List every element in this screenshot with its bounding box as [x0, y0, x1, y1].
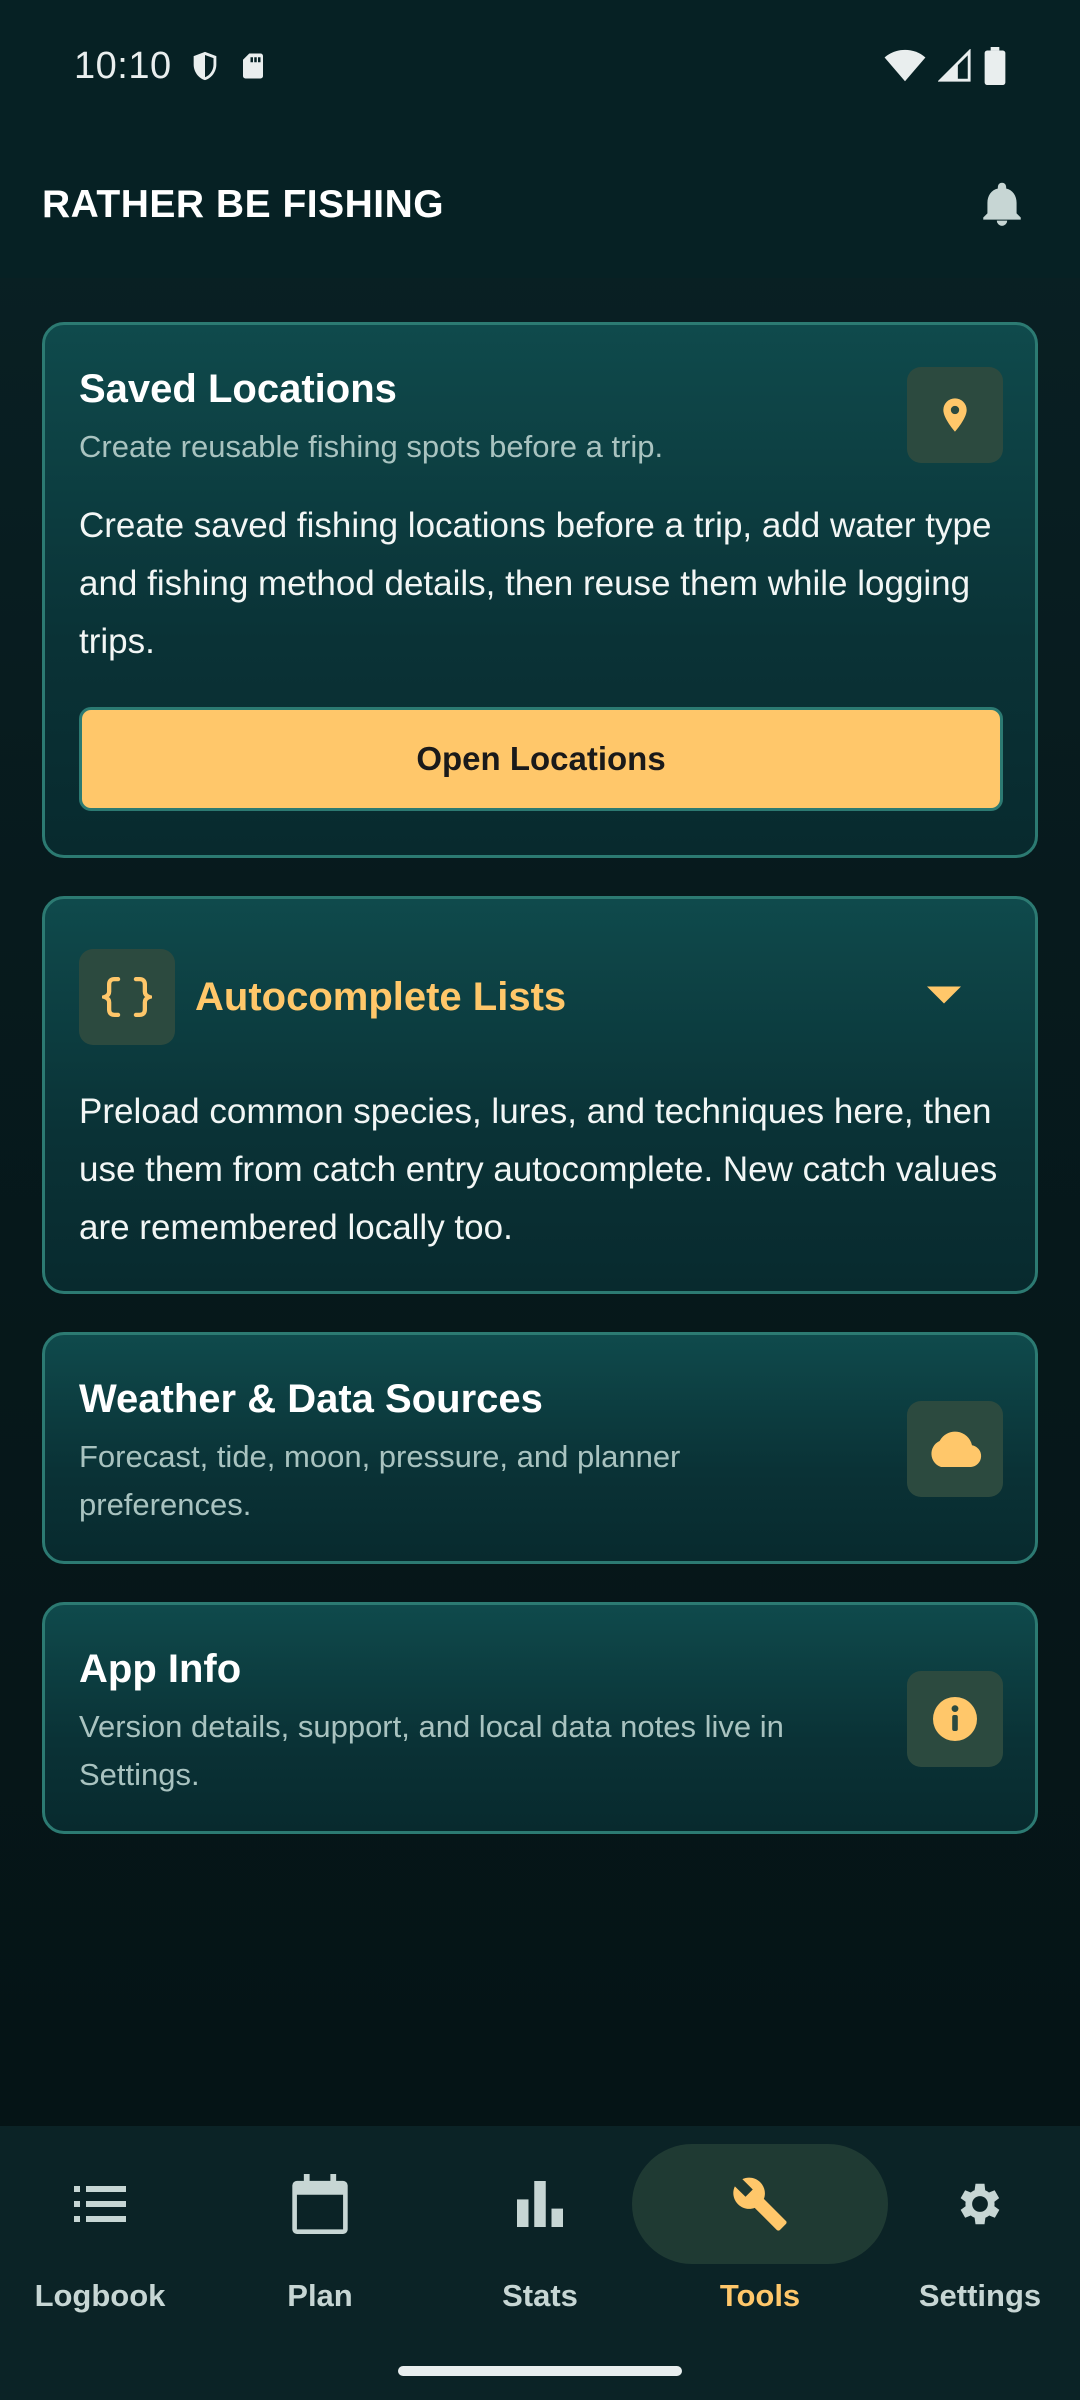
app-info-title: App Info — [79, 1647, 242, 1691]
app-info-subtitle: Version details, support, and local data… — [79, 1709, 784, 1792]
nav-item-stats[interactable]: Stats — [432, 2144, 648, 2344]
nav-label-tools: Tools — [719, 2278, 801, 2313]
app-root: 10:10 RATHER BE FISHING Saved Locations … — [0, 0, 1080, 2400]
weather-data-sources-title: Weather & Data Sources — [79, 1377, 543, 1421]
nav-label-stats: Stats — [502, 2278, 578, 2313]
nav-label-logbook: Logbook — [34, 2278, 166, 2313]
status-right — [884, 47, 1006, 85]
autocomplete-lists-title: Autocomplete Lists — [195, 974, 567, 1019]
chevron-down-icon — [927, 985, 961, 1010]
shield-icon — [188, 47, 222, 85]
nav-label-settings: Settings — [918, 2278, 1042, 2313]
open-locations-button[interactable]: Open Locations — [79, 707, 1003, 811]
nav-icon-settings — [852, 2144, 1080, 2264]
saved-locations-subtitle: Create reusable fishing spots before a t… — [79, 429, 664, 464]
saved-locations-title: Saved Locations — [79, 367, 397, 411]
status-time: 10:10 — [74, 44, 172, 87]
wifi-icon — [884, 49, 926, 83]
sd-card-icon — [238, 49, 268, 83]
saved-locations-description: Create saved fishing locations before a … — [79, 506, 992, 661]
nav-item-settings[interactable]: Settings — [872, 2144, 1080, 2344]
autocomplete-lists-description: Preload common species, lures, and techn… — [79, 1092, 998, 1247]
bell-icon — [983, 182, 1021, 226]
saved-locations-card: Saved Locations Create reusable fishing … — [42, 322, 1038, 858]
bar-chart-icon — [517, 2181, 563, 2227]
nav-item-plan[interactable]: Plan — [212, 2144, 428, 2344]
nav-label-plan: Plan — [287, 2278, 353, 2313]
battery-icon — [984, 47, 1006, 85]
nav-icon-tools — [632, 2144, 888, 2264]
app-info-card[interactable]: App Info Version details, support, and l… — [42, 1602, 1038, 1834]
top-app-bar: RATHER BE FISHING — [0, 132, 1080, 278]
location-pin-icon — [907, 367, 1003, 463]
nav-icon-plan — [192, 2144, 448, 2264]
gear-icon — [960, 2183, 1000, 2225]
nav-item-tools[interactable]: Tools — [632, 2144, 888, 2344]
notifications-button[interactable] — [966, 169, 1038, 241]
status-left: 10:10 — [74, 45, 268, 88]
autocomplete-lists-header[interactable]: Autocomplete Lists — [195, 949, 1015, 1045]
curly-braces-icon — [79, 949, 175, 1045]
status-bar: 10:10 — [0, 0, 1080, 132]
list-icon — [74, 2186, 126, 2222]
calendar-icon — [292, 2174, 348, 2234]
nav-icon-stats — [412, 2144, 668, 2264]
weather-data-sources-card[interactable]: Weather & Data Sources Forecast, tide, m… — [42, 1332, 1038, 1564]
home-indicator[interactable] — [398, 2366, 682, 2376]
app-title: RATHER BE FISHING — [42, 183, 445, 226]
wrench-icon — [733, 2177, 787, 2231]
weather-data-sources-subtitle: Forecast, tide, moon, pressure, and plan… — [79, 1439, 681, 1522]
nav-item-logbook[interactable]: Logbook — [0, 2144, 208, 2344]
info-icon — [907, 1671, 1003, 1767]
autocomplete-lists-card: Autocomplete Lists Preload common specie… — [42, 896, 1038, 1294]
bottom-navigation: Logbook Plan Stats Tools Settings — [0, 2126, 1080, 2400]
cell-signal-icon — [938, 49, 972, 83]
cloud-icon — [907, 1401, 1003, 1497]
